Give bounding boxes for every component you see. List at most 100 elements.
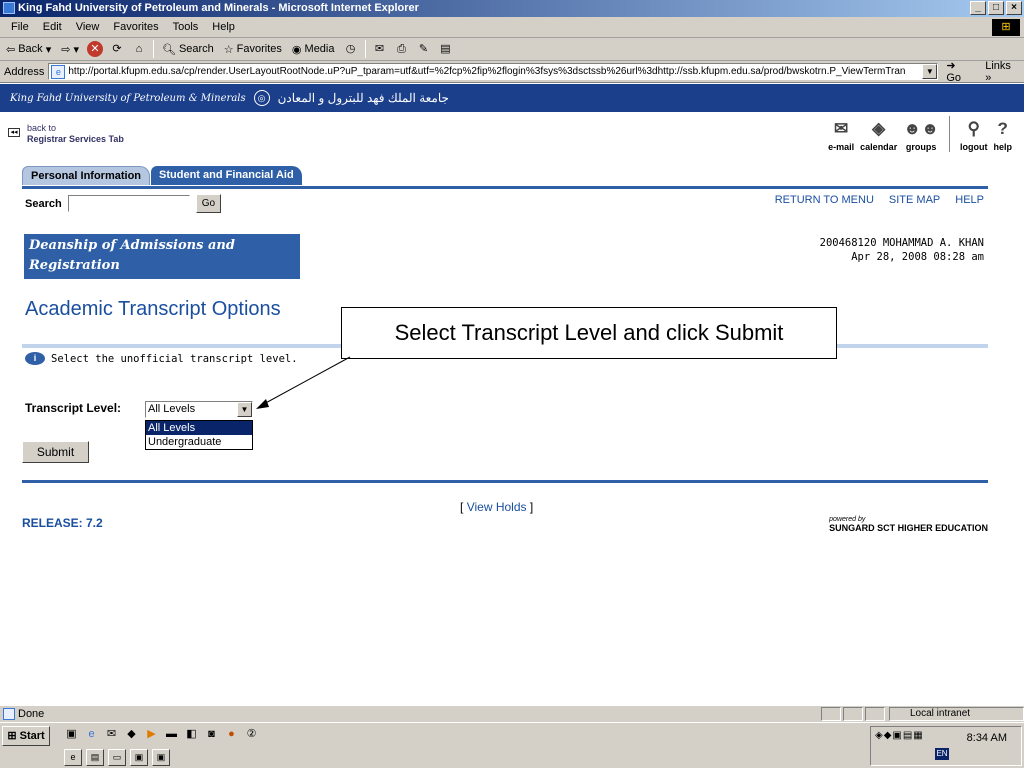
app-icon[interactable]: ◙ — [204, 727, 219, 742]
discuss-icon[interactable]: ▤ — [438, 41, 454, 57]
rewind-icon: ◂◂ — [8, 128, 20, 137]
ssb-tabs: Personal Information Student and Financi… — [22, 166, 303, 185]
submit-button[interactable]: Submit — [22, 441, 89, 463]
nav-logout[interactable]: ⚲ logout — [960, 118, 988, 152]
back-link-line1[interactable]: back to — [27, 123, 56, 133]
portal-header: King Fahd University of Petroleum & Mine… — [0, 84, 1024, 112]
system-tray: ◈◆▣▤▦ EN 8:34 AM — [870, 726, 1022, 766]
status-bar: Done Local intranet — [0, 705, 1024, 722]
network-icon[interactable]: ◧ — [184, 727, 199, 742]
media-icon: ◉ — [291, 43, 302, 56]
site-map-link[interactable]: SITE MAP — [889, 194, 940, 206]
groups-icon: ☻☻ — [903, 119, 939, 138]
chevron-down-icon: ▾ — [45, 43, 52, 56]
footer-divider — [22, 480, 988, 483]
start-button[interactable]: ⊞ Start — [2, 726, 50, 746]
task-button[interactable]: ▣ — [130, 749, 148, 766]
address-url: http://portal.kfupm.edu.sa/cp/render.Use… — [68, 66, 906, 77]
menu-tools[interactable]: Tools — [166, 21, 206, 33]
start-label: Start — [19, 730, 45, 742]
favorites-button[interactable]: ☆ Favorites — [222, 43, 284, 56]
university-name-en: King Fahd University of Petroleum & Mine… — [10, 92, 246, 104]
menu-help[interactable]: Help — [205, 21, 242, 33]
refresh-icon[interactable]: ⟳ — [109, 41, 125, 57]
task-button[interactable]: ▣ — [152, 749, 170, 766]
user-id-name: 200468120 MOHAMMAD A. KHAN — [819, 237, 984, 249]
go-arrow-icon: ➜ — [946, 60, 956, 72]
status-cell — [865, 707, 885, 721]
browser-icon[interactable]: ● — [224, 727, 239, 742]
menu-file[interactable]: File — [4, 21, 36, 33]
tab-student-financial-aid[interactable]: Student and Financial Aid — [151, 166, 302, 185]
command-prompt-icon[interactable]: ▬ — [164, 727, 179, 742]
department-banner-line1: Deanship of Admissions and Registration — [29, 238, 235, 273]
app-icon[interactable]: ◆ — [124, 727, 139, 742]
links-label: Links — [985, 59, 1011, 72]
task-buttons: e ▤ ▭ ▣ ▣ — [64, 749, 170, 766]
page-done-icon — [3, 708, 15, 720]
edit-icon[interactable]: ✎ — [416, 41, 432, 57]
option-all-levels[interactable]: All Levels — [146, 421, 252, 435]
help-icon: ? — [997, 119, 1008, 138]
forward-button[interactable]: ⇨ ▾ — [59, 43, 81, 56]
windows-logo-icon: ⊞ — [992, 19, 1020, 36]
tab-personal-information[interactable]: Personal Information — [22, 166, 151, 185]
home-icon[interactable]: ⌂ — [131, 41, 147, 57]
ie-icon[interactable]: e — [84, 727, 99, 742]
menu-edit[interactable]: Edit — [36, 21, 69, 33]
browser-toolbar: ⇦ Back ▾ ⇨ ▾ ✕ ⟳ ⌂ 🔍︎ Search ☆ Favorites… — [0, 38, 1024, 61]
address-go-button[interactable]: ➜ Go — [942, 59, 977, 84]
powered-by-text: powered by — [829, 516, 866, 523]
search-go-button[interactable]: Go — [195, 194, 222, 213]
help-link[interactable]: HELP — [955, 194, 984, 206]
mail-icon[interactable]: ✉ — [372, 41, 388, 57]
links-button[interactable]: Links » — [981, 60, 1024, 84]
maximize-button[interactable]: □ — [988, 1, 1004, 15]
chevron-down-icon[interactable]: ▼ — [922, 64, 938, 79]
stop-icon[interactable]: ✕ — [86, 41, 103, 57]
transcript-level-select[interactable]: All Levels ▼ — [145, 401, 253, 418]
university-name-ar: جامعة الملك فهد للبترول و المعادن — [277, 91, 449, 105]
portal-nav: ✉ e-mail ◈ calendar ☻☻ groups ⚲ logout ?… — [828, 116, 1012, 152]
view-holds-link[interactable]: View Holds — [467, 500, 527, 514]
nav-groups[interactable]: ☻☻ groups — [903, 118, 939, 152]
nav-calendar[interactable]: ◈ calendar — [860, 118, 897, 152]
transcript-level-label: Transcript Level: — [25, 401, 122, 415]
vendor-logo: powered by SUNGARD SCT HIGHER EDUCATION — [829, 516, 988, 533]
search-button[interactable]: 🔍︎ Search — [160, 43, 216, 56]
windows-flag-icon: ⊞ — [7, 730, 17, 742]
media-player-icon[interactable]: ▶ — [144, 727, 159, 742]
app-icon[interactable]: ② — [244, 727, 259, 742]
print-icon[interactable]: ⎙ — [394, 41, 410, 57]
search-icon: 🔍︎ — [161, 43, 176, 56]
tray-icons: ◈◆▣▤▦ — [875, 730, 924, 741]
window-title: King Fahd University of Petroleum and Mi… — [18, 2, 419, 14]
minimize-button[interactable]: _ — [970, 1, 986, 15]
option-undergraduate[interactable]: Undergraduate — [146, 435, 252, 449]
clock[interactable]: 8:34 AM — [967, 732, 1007, 744]
media-button[interactable]: ◉ Media — [290, 43, 337, 56]
nav-help[interactable]: ? help — [993, 118, 1012, 152]
back-link-line2[interactable]: Registrar Services Tab — [27, 134, 124, 144]
search-label: Search — [178, 43, 214, 55]
menu-view[interactable]: View — [69, 21, 107, 33]
show-desktop-icon[interactable]: ▣ — [64, 727, 79, 742]
task-button[interactable]: e — [64, 749, 82, 766]
nav-email[interactable]: ✉ e-mail — [828, 118, 854, 152]
return-to-menu-link[interactable]: RETURN TO MENU — [775, 194, 874, 206]
status-cell — [843, 707, 863, 721]
back-button[interactable]: ⇦ Back ▾ — [4, 43, 53, 56]
menu-favorites[interactable]: Favorites — [106, 21, 165, 33]
search-input[interactable] — [67, 195, 190, 212]
task-button[interactable]: ▤ — [86, 749, 104, 766]
history-icon[interactable]: ◷ — [343, 41, 359, 57]
language-indicator[interactable]: EN — [935, 748, 949, 760]
university-seal-icon: ◎ — [253, 90, 270, 106]
close-button[interactable]: × — [1006, 1, 1022, 15]
security-zone: Local intranet — [889, 707, 1024, 721]
outlook-icon[interactable]: ✉ — [104, 727, 119, 742]
email-icon: ✉ — [834, 119, 849, 138]
task-button[interactable]: ▭ — [108, 749, 126, 766]
address-input[interactable]: e http://portal.kfupm.edu.sa/cp/render.U… — [48, 63, 939, 80]
user-info: 200468120 MOHAMMAD A. KHAN Apr 28, 2008 … — [820, 236, 984, 264]
